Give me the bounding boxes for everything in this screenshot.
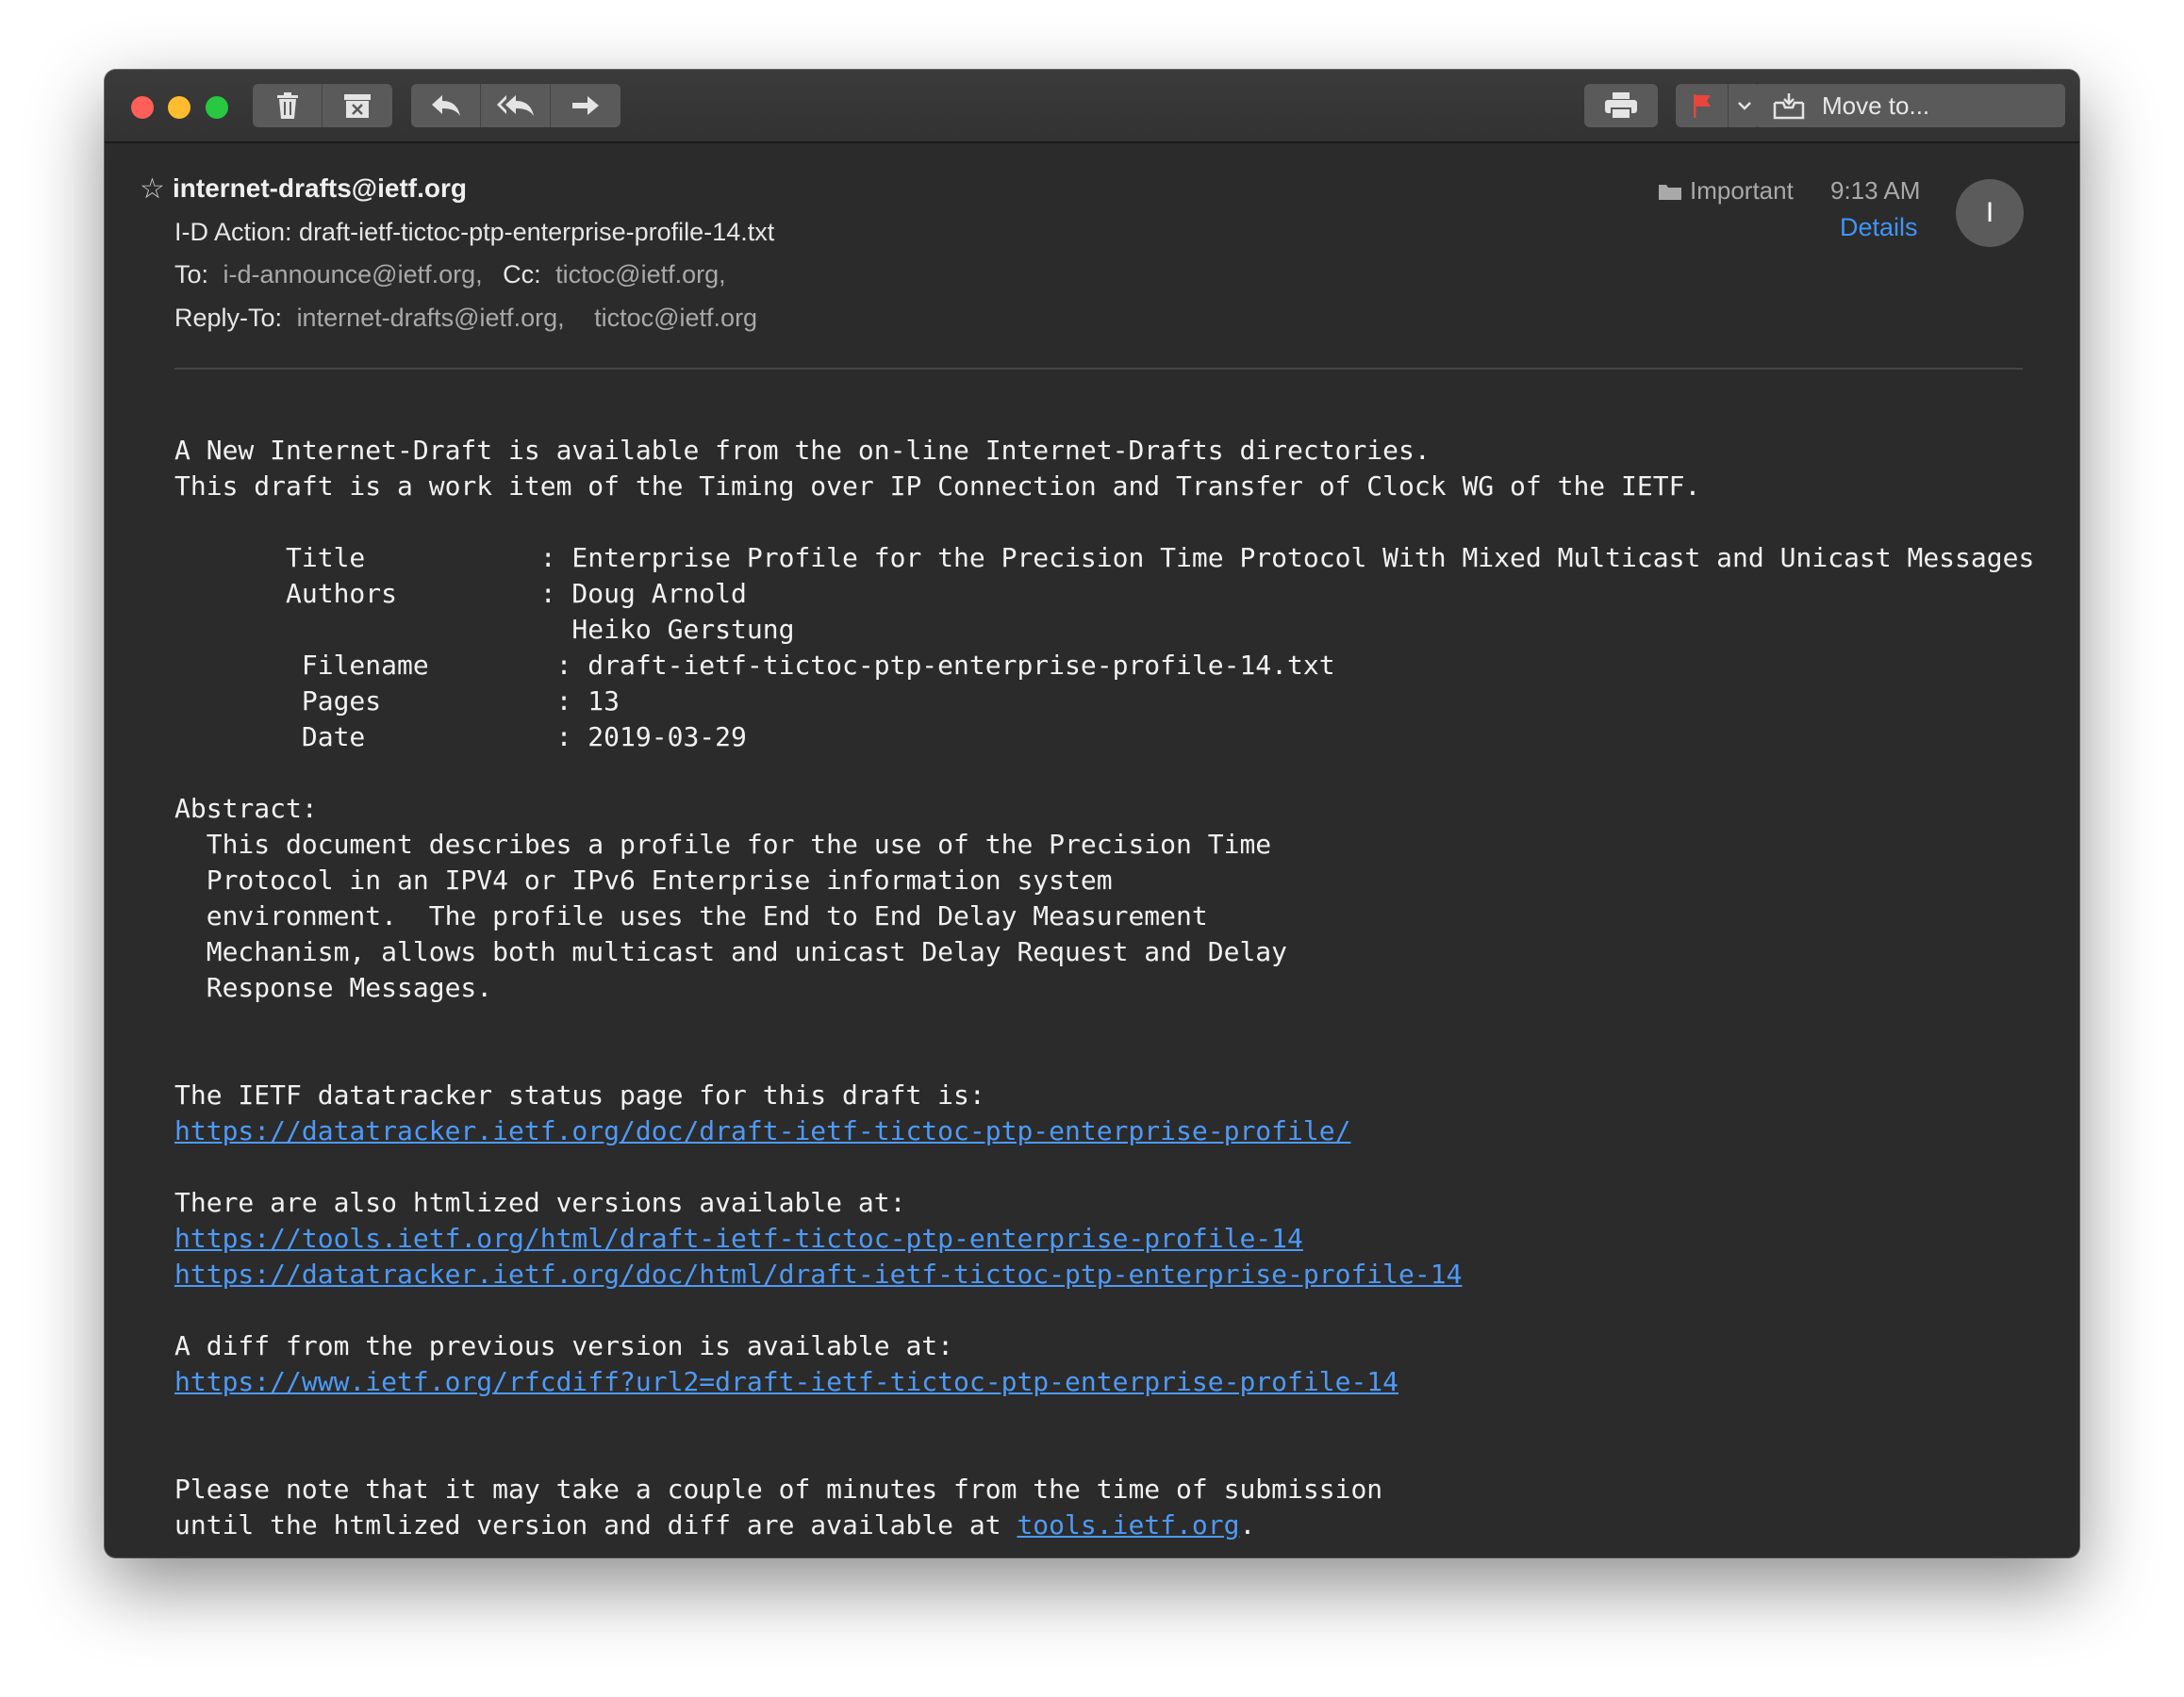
body-line: until the htmlized version and diff are … (174, 1509, 1018, 1540)
junk-icon (344, 94, 371, 118)
abstract-heading: Abstract: (174, 793, 318, 824)
close-window-button[interactable] (131, 96, 154, 119)
tools-ietf-link[interactable]: tools.ietf.org (1017, 1509, 1239, 1540)
folder-icon (1659, 184, 1681, 200)
body-line: Please note that it may take a couple of… (174, 1474, 1383, 1505)
htmlized-datatracker-link[interactable]: https://datatracker.ietf.org/doc/html/dr… (174, 1259, 1462, 1290)
to-cc-row: To: i-d-announce@ietf.org, Cc: tictoc@ie… (174, 260, 726, 289)
flag-button[interactable] (1676, 84, 1729, 127)
metadata-title: Title : Enterprise Profile for the Preci… (174, 542, 2035, 573)
metadata-authors: Authors : Doug Arnold (174, 578, 747, 609)
forward-arrow-icon (572, 96, 599, 115)
minimize-window-button[interactable] (168, 96, 190, 119)
body-line: The IETF datatracker status page for thi… (174, 1079, 985, 1111)
abstract-line: This document describes a profile for th… (174, 829, 1272, 860)
avatar: I (1956, 179, 2024, 247)
maximize-window-button[interactable] (206, 96, 228, 119)
body-line-end: . (1239, 1509, 1256, 1540)
metadata-authors-continued: Heiko Gerstung (174, 614, 795, 645)
cc-label: Cc: (503, 260, 541, 288)
metadata-pages: Pages : 13 (174, 685, 620, 717)
delete-archive-group (253, 84, 392, 127)
avatar-initial: I (1985, 197, 1994, 228)
cc-recipient[interactable]: tictoc@ietf.org, (555, 260, 725, 288)
abstract-line: Response Messages. (174, 972, 493, 1003)
details-link[interactable]: Details (1840, 213, 1918, 242)
message-body: A New Internet-Draft is available from t… (174, 433, 2034, 1543)
mail-window: Move to... ☆ internet-drafts@ietf.org I-… (105, 70, 2079, 1557)
rfcdiff-link[interactable]: https://www.ietf.org/rfcdiff?url2=draft-… (174, 1366, 1398, 1397)
toolbar: Move to... (105, 70, 2079, 143)
metadata-date: Date : 2019-03-29 (174, 721, 747, 752)
reply-all-icon (496, 95, 534, 116)
move-to-mailbox-icon (1773, 91, 1805, 120)
abstract-line: Mechanism, allows both multicast and uni… (174, 936, 1288, 967)
body-line: There are also htmlized versions availab… (174, 1187, 906, 1218)
to-recipient[interactable]: i-d-announce@ietf.org, (223, 260, 483, 288)
flag-icon (1693, 94, 1711, 118)
reply-to-label: Reply-To: (174, 304, 283, 332)
to-label: To: (174, 260, 209, 288)
flag-group (1676, 84, 1761, 127)
chevron-down-icon (1738, 102, 1751, 110)
mailbox-name: Important (1690, 176, 1794, 205)
trash-icon (276, 92, 298, 119)
reply-icon (431, 95, 460, 116)
reply-all-button[interactable] (481, 84, 551, 127)
body-line: A New Internet-Draft is available from t… (174, 435, 1431, 466)
print-button[interactable] (1584, 84, 1658, 127)
reply-to-recipient-2[interactable]: tictoc@ietf.org (594, 304, 757, 332)
body-line: A diff from the previous version is avai… (174, 1330, 954, 1361)
forward-button[interactable] (551, 84, 620, 127)
sender-address[interactable]: internet-drafts@ietf.org (173, 173, 467, 204)
subject-line: I-D Action: draft-ietf-tictoc-ptp-enterp… (174, 218, 775, 246)
datatracker-status-link[interactable]: https://datatracker.ietf.org/doc/draft-i… (174, 1115, 1350, 1146)
received-time: 9:13 AM (1830, 176, 1921, 205)
metadata-filename: Filename : draft-ietf-tictoc-ptp-enterpr… (174, 650, 1335, 681)
header-divider (174, 368, 2023, 370)
move-to-label: Move to... (1822, 91, 1930, 120)
abstract-line: Protocol in an IPV4 or IPv6 Enterprise i… (174, 865, 1113, 896)
printer-icon (1605, 92, 1637, 120)
junk-button[interactable] (323, 84, 392, 127)
reply-button[interactable] (411, 84, 481, 127)
print-group (1584, 84, 1658, 127)
move-to-button[interactable]: Move to... (1754, 84, 2065, 127)
reply-forward-group (411, 84, 620, 127)
delete-button[interactable] (253, 84, 323, 127)
mailbox-label: Important (1658, 176, 1794, 206)
htmlized-tools-link[interactable]: https://tools.ietf.org/html/draft-ietf-t… (174, 1223, 1303, 1254)
reply-to-row: Reply-To: internet-drafts@ietf.org, tict… (174, 304, 757, 333)
reply-to-recipient-1[interactable]: internet-drafts@ietf.org, (297, 304, 565, 332)
body-line: This draft is a work item of the Timing … (174, 470, 1701, 502)
abstract-line: environment. The profile uses the End to… (174, 900, 1208, 931)
star-icon[interactable]: ☆ (140, 175, 165, 204)
